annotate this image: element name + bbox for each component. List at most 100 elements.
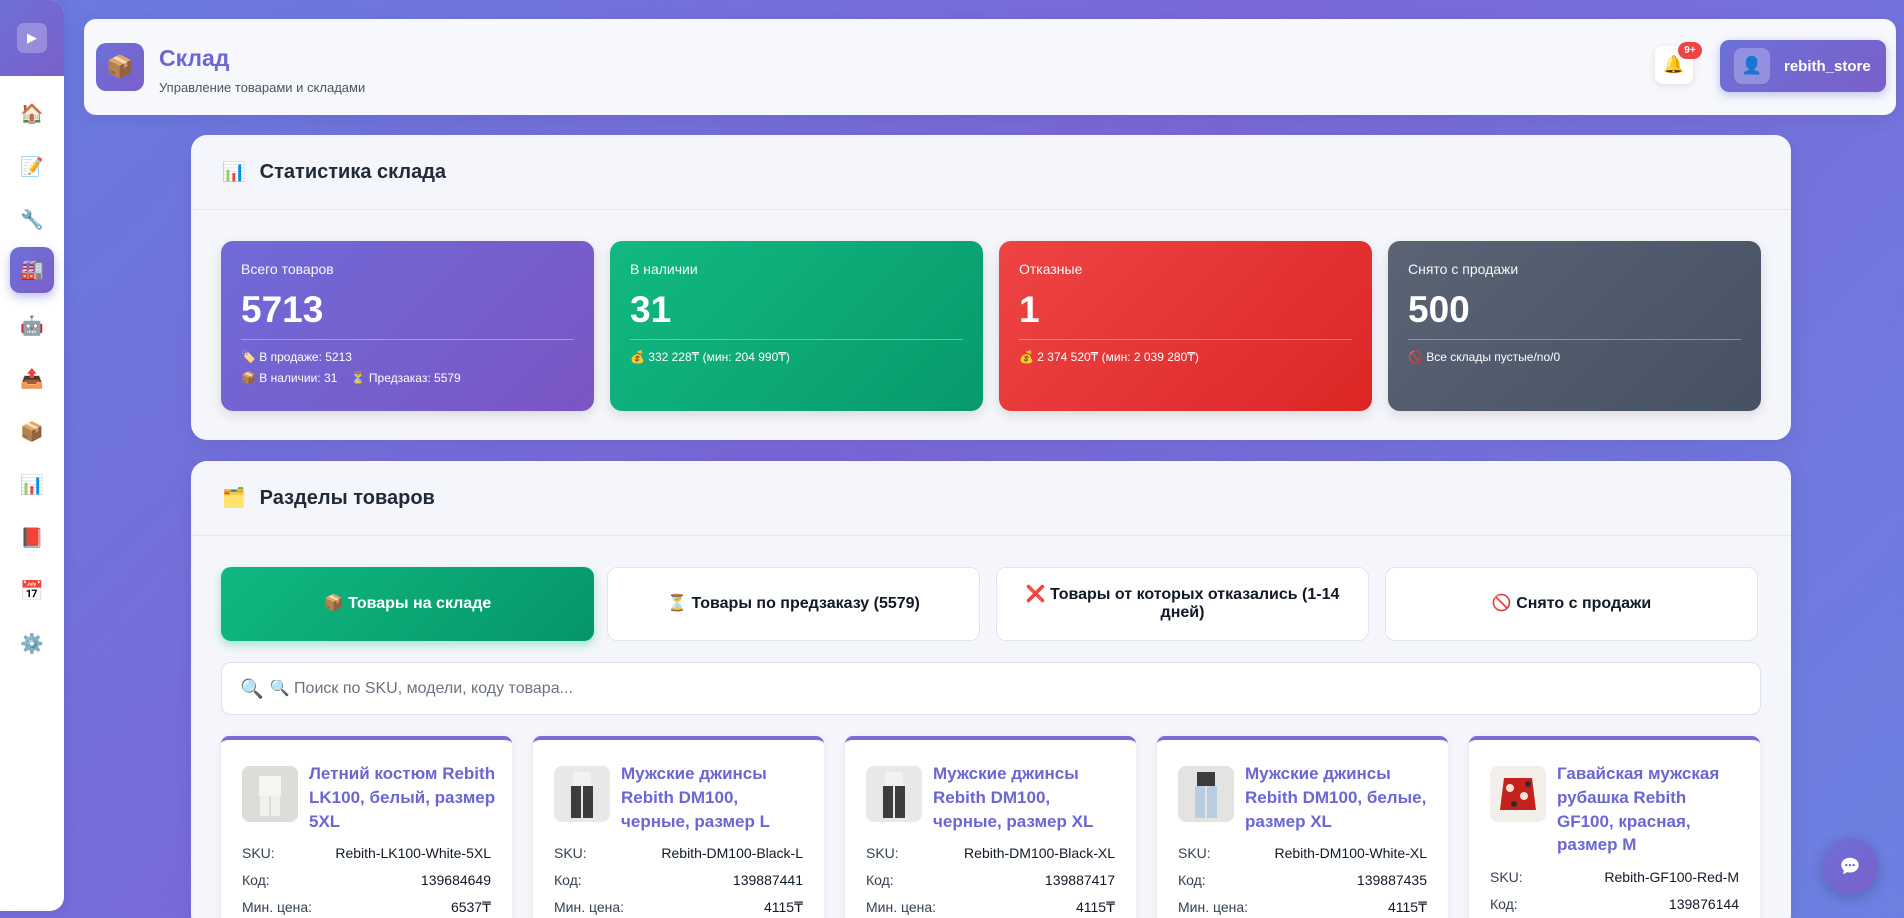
code-label: Код: <box>554 872 582 888</box>
code-value: 139684649 <box>420 872 491 888</box>
sidebar-item-warehouse[interactable]: 🏭 <box>10 247 54 293</box>
chat-bubble-icon <box>1841 857 1859 875</box>
sku-value: Rebith-GF100-Red-M <box>1604 869 1739 885</box>
divider <box>1408 339 1741 340</box>
product-name[interactable]: Мужские джинсы Rebith DM100, черные, раз… <box>621 762 811 833</box>
product-code-row: Код: 139684649 <box>242 872 491 888</box>
min-price-label: Мин. цена: <box>1178 899 1249 915</box>
product-price-row: Мин. цена: 6537₸ <box>242 899 491 916</box>
sidebar-item-settings[interactable]: ⚙️ <box>10 621 54 667</box>
chat-button[interactable] <box>1822 838 1878 894</box>
wrench-icon: 🔧 <box>20 210 44 231</box>
product-card[interactable]: Летний костюм Rebith LK100, белый, разме… <box>221 736 512 918</box>
tab-preorder[interactable]: ⏳ Товары по предзаказу (5579) <box>607 567 980 641</box>
factory-icon: 🏭 <box>20 260 44 281</box>
search-input[interactable] <box>269 679 1670 698</box>
min-price-label: Мин. цена: <box>554 899 625 915</box>
stat-note: 📦 В наличии: 31 ⏳ Предзаказ: 5579 <box>241 371 461 385</box>
sidebar-item-tools[interactable]: 🔧 <box>10 197 54 243</box>
product-code-row: Код: 139887441 <box>554 872 803 888</box>
stat-card-removed[interactable]: Снято с продажи 500 🚫 Все склады пустые/… <box>1388 241 1761 411</box>
bell-icon: 🔔 <box>1663 55 1685 74</box>
product-sku-row: SKU: Rebith-DM100-White-XL <box>1178 845 1427 861</box>
search-box: 🔍 <box>221 662 1761 715</box>
product-name[interactable]: Мужские джинсы Rebith DM100, черные, раз… <box>933 762 1123 833</box>
sidebar-item-documents[interactable]: 📝 <box>10 144 54 190</box>
user-icon: 👤 <box>1741 56 1763 75</box>
product-sku-row: SKU: Rebith-DM100-Black-L <box>554 845 803 861</box>
sku-value: Rebith-DM100-Black-L <box>661 845 803 861</box>
page-subtitle: Управление товарами и складами <box>159 80 366 95</box>
sidebar-item-stats[interactable]: 📊 <box>10 462 54 508</box>
play-icon[interactable]: ▶ <box>17 23 47 53</box>
sku-value: Rebith-LK100-White-5XL <box>335 845 491 861</box>
calendar-icon: 📅 <box>20 581 44 602</box>
product-price-row: Мин. цена: 4115₸ <box>866 899 1115 916</box>
divider <box>241 339 574 340</box>
username: rebith_store <box>1784 57 1871 75</box>
stats-panel-header: 📊 Статистика склада <box>191 135 1791 210</box>
robot-icon: 🤖 <box>20 316 44 337</box>
sidebar-item-boxes[interactable]: 📦 <box>10 409 54 455</box>
product-card[interactable]: Мужские джинсы Rebith DM100, белые, разм… <box>1157 736 1448 918</box>
code-value: 139887417 <box>1044 872 1115 888</box>
product-card[interactable]: Гавайская мужская рубашка Rebith GF100, … <box>1469 736 1760 918</box>
code-value: 139887435 <box>1356 872 1427 888</box>
stats-title: Статистика склада <box>259 160 447 183</box>
code-label: Код: <box>1490 896 1518 912</box>
bar-chart-icon: 📊 <box>20 475 44 496</box>
sidebar-item-robot[interactable]: 🤖 <box>10 303 54 349</box>
product-sku-row: SKU: Rebith-DM100-Black-XL <box>866 845 1115 861</box>
product-name[interactable]: Гавайская мужская рубашка Rebith GF100, … <box>1557 762 1747 857</box>
stat-note: 💰 2 374 520₸ (мин: 2 039 280₸) <box>1019 350 1199 364</box>
stat-label: Отказные <box>1019 261 1083 277</box>
sku-label: SKU: <box>1178 845 1211 861</box>
product-code-row: Код: 139876144 <box>1490 896 1739 912</box>
stat-value: 31 <box>630 289 672 330</box>
sidebar: ▶ 🏠 📝 🔧 🏭 🤖 📤 📦 📊 📕 📅 ⚙️ <box>0 0 64 911</box>
sidebar-item-book[interactable]: 📕 <box>10 515 54 561</box>
product-price-row: Мин. цена: 4115₸ <box>1178 899 1427 916</box>
code-value: 139887441 <box>732 872 803 888</box>
product-thumbnail <box>242 766 298 822</box>
stat-note: 🏷️ В продаже: 5213 <box>241 350 352 364</box>
min-price-label: Мин. цена: <box>866 899 937 915</box>
sku-label: SKU: <box>1490 869 1523 885</box>
code-value: 139876144 <box>1668 896 1739 912</box>
sidebar-item-upload[interactable]: 📤 <box>10 356 54 402</box>
min-price-value: 4115₸ <box>1387 899 1427 915</box>
code-label: Код: <box>242 872 270 888</box>
product-price-row: Мин. цена: 4115₸ <box>554 899 803 916</box>
sections-title: Разделы товаров <box>259 486 435 509</box>
min-price-value: 4115₸ <box>763 899 803 915</box>
tab-in-stock[interactable]: 📦 Товары на складе <box>221 567 594 641</box>
product-code-row: Код: 139887417 <box>866 872 1115 888</box>
product-name[interactable]: Мужские джинсы Rebith DM100, белые, разм… <box>1245 762 1435 833</box>
stat-card-total[interactable]: Всего товаров 5713 🏷️ В продаже: 5213 📦 … <box>221 241 594 411</box>
tab-removed[interactable]: 🚫 Снято с продажи <box>1385 567 1758 641</box>
min-price-value: 4115₸ <box>1075 899 1115 915</box>
user-menu-button[interactable]: 👤 rebith_store <box>1720 40 1886 92</box>
stat-value: 500 <box>1408 289 1470 330</box>
product-thumbnail <box>1490 766 1546 822</box>
product-thumbnail <box>1178 766 1234 822</box>
stat-card-rejected[interactable]: Отказные 1 💰 2 374 520₸ (мин: 2 039 280₸… <box>999 241 1372 411</box>
sidebar-item-calendar[interactable]: 📅 <box>10 568 54 614</box>
tab-rejected[interactable]: ❌ Товары от которых отказались (1-14 дне… <box>996 567 1369 641</box>
product-name[interactable]: Летний костюм Rebith LK100, белый, разме… <box>309 762 499 833</box>
stat-card-in-stock[interactable]: В наличии 31 💰 332 228₸ (мин: 204 990₸) <box>610 241 983 411</box>
stat-label: Всего товаров <box>241 261 334 277</box>
sidebar-item-home[interactable]: 🏠 <box>10 91 54 137</box>
outbox-icon: 📤 <box>20 369 44 390</box>
stat-label: Снято с продажи <box>1408 261 1519 277</box>
product-card[interactable]: Мужские джинсы Rebith DM100, черные, раз… <box>533 736 824 918</box>
notifications-badge: 9+ <box>1678 42 1702 59</box>
book-icon: 📕 <box>20 528 44 549</box>
stat-note: 💰 332 228₸ (мин: 204 990₸) <box>630 350 790 364</box>
product-card[interactable]: Мужские джинсы Rebith DM100, черные, раз… <box>845 736 1136 918</box>
product-sku-row: SKU: Rebith-GF100-Red-M <box>1490 869 1739 885</box>
search-icon: 🔍 <box>240 678 264 700</box>
min-price-label: Мин. цена: <box>242 899 313 915</box>
document-icon: 📝 <box>20 157 44 178</box>
product-thumbnail <box>866 766 922 822</box>
